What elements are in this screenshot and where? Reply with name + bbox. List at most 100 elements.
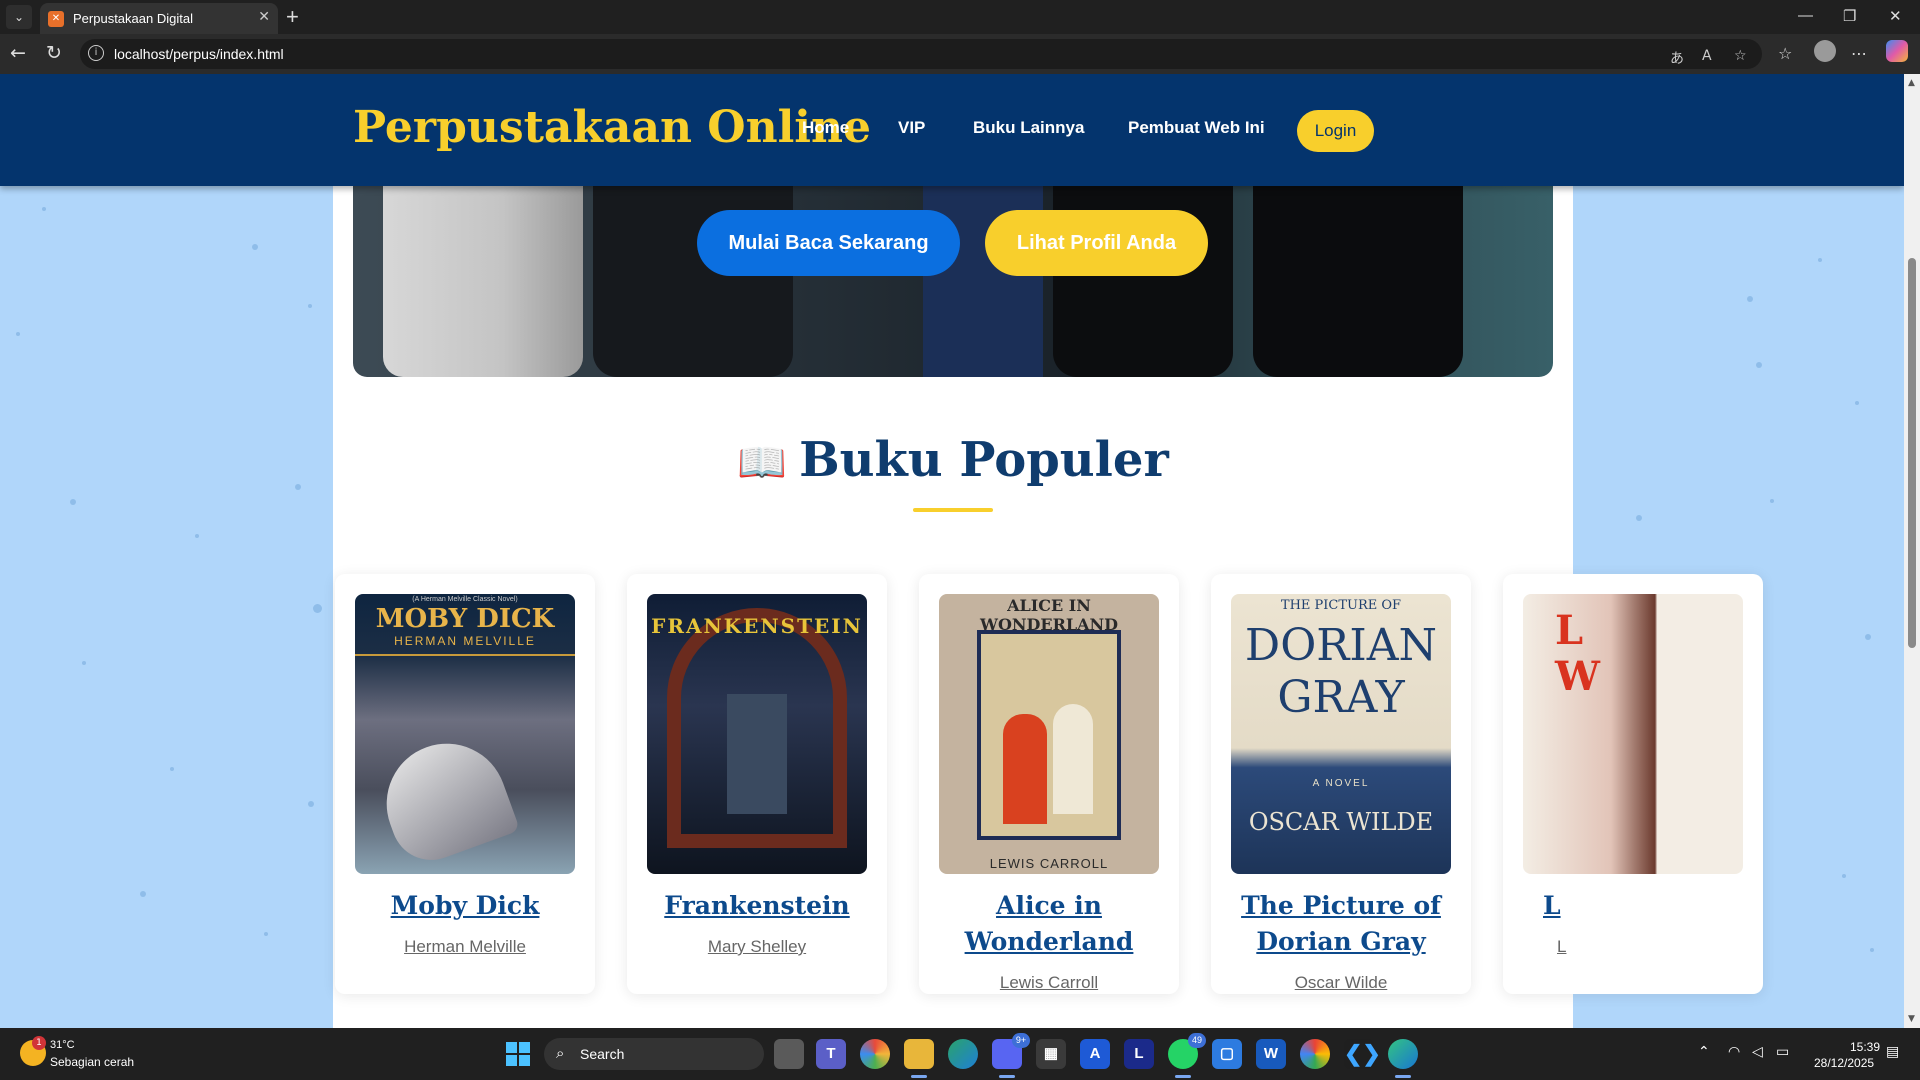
clock-date[interactable]: 28/12/2025: [1814, 1056, 1874, 1070]
scroll-thumb[interactable]: [1908, 258, 1916, 648]
whale-illustration: [369, 726, 521, 872]
active-app-indicator: [1175, 1075, 1191, 1078]
whatsapp-icon[interactable]: 49: [1168, 1033, 1206, 1069]
new-tab-icon[interactable]: +: [286, 4, 299, 30]
color-app-icon[interactable]: [860, 1039, 890, 1069]
book-title-link[interactable]: Alice in Wonderland: [929, 888, 1169, 960]
book-card[interactable]: (A Herman Melville Classic Novel) MOBY D…: [335, 574, 595, 994]
minimize-icon[interactable]: —: [1798, 7, 1813, 24]
bg-dot: [140, 891, 146, 897]
bg-dot: [295, 484, 301, 490]
page-scrollbar[interactable]: ▲ ▼: [1904, 74, 1920, 1028]
favorites-icon[interactable]: ☆: [1778, 44, 1792, 63]
bg-dot: [42, 207, 46, 211]
taskbar-search[interactable]: ⌕ Search: [544, 1038, 764, 1070]
start-reading-button[interactable]: Mulai Baca Sekarang: [697, 210, 960, 276]
book-author-link[interactable]: Oscar Wilde: [1221, 973, 1461, 993]
bg-dot: [16, 332, 20, 336]
volume-icon[interactable]: ◁: [1752, 1044, 1763, 1060]
cover-title: L W: [1555, 607, 1600, 700]
close-window-icon[interactable]: ✕: [1889, 7, 1902, 25]
weather-temperature[interactable]: 31°C: [50, 1039, 75, 1051]
discord-icon[interactable]: 9+: [992, 1033, 1030, 1069]
tower-illustration: [727, 694, 787, 814]
bg-dot: [308, 304, 312, 308]
book-title-link[interactable]: L: [1543, 888, 1583, 924]
microsoft-store-icon[interactable]: ▦: [1036, 1039, 1066, 1069]
nav-vip[interactable]: VIP: [898, 118, 925, 138]
bg-dot: [70, 499, 76, 505]
task-view-icon[interactable]: [774, 1039, 804, 1069]
chrome-icon[interactable]: [1300, 1039, 1330, 1069]
section-heading-text: Buku Populer: [799, 432, 1169, 488]
word-icon[interactable]: W: [1256, 1039, 1286, 1069]
url-text[interactable]: localhost/perpus/index.html: [114, 46, 284, 62]
draw-app-icon[interactable]: A: [1080, 1039, 1110, 1069]
copilot-icon[interactable]: [1886, 40, 1908, 62]
battery-icon[interactable]: ▭: [1776, 1044, 1789, 1060]
book-cover-image[interactable]: FRANKENSTEIN: [647, 594, 867, 874]
restore-icon[interactable]: ❐: [1843, 7, 1856, 25]
nav-web-creator[interactable]: Pembuat Web Ini: [1128, 118, 1265, 138]
bg-dot: [1818, 258, 1822, 262]
browser-tab[interactable]: ✕ Perpustakaan Digital ✕: [40, 3, 278, 34]
wifi-icon[interactable]: ◠: [1728, 1044, 1740, 1060]
book-title-link[interactable]: Frankenstein: [637, 888, 877, 924]
book-card[interactable]: ALICE IN WONDERLAND LEWIS CARROLL Alice …: [919, 574, 1179, 994]
book-card[interactable]: L W L L: [1503, 574, 1763, 994]
file-explorer-icon[interactable]: [904, 1039, 934, 1069]
tab-title: Perpustakaan Digital: [73, 11, 193, 26]
book-cover-image[interactable]: THE PICTURE OF DORIAN GRAY A NOVEL OSCAR…: [1231, 594, 1451, 874]
book-author-link[interactable]: L: [1557, 937, 1577, 957]
windows-start-icon[interactable]: [506, 1042, 530, 1066]
page-content: Mulai Baca Sekarang Lihat Profil Anda 📖 B…: [333, 74, 1763, 1028]
translate-icon[interactable]: あ: [1670, 48, 1684, 68]
bg-dot: [1842, 874, 1846, 878]
back-icon[interactable]: ←: [10, 42, 26, 64]
refresh-icon[interactable]: ↻: [46, 42, 62, 64]
teams-icon[interactable]: T: [816, 1039, 846, 1069]
more-options-icon[interactable]: ⋯: [1851, 44, 1867, 63]
site-header: Perpustakaan Online Home VIP Buku Lainny…: [0, 74, 1904, 186]
l-app-icon[interactable]: L: [1124, 1039, 1154, 1069]
whatsapp-badge: 49: [1188, 1033, 1206, 1048]
scroll-up-icon[interactable]: ▲: [1908, 78, 1915, 88]
site-logo[interactable]: Perpustakaan Online: [353, 102, 871, 153]
scroll-down-icon[interactable]: ▼: [1908, 1014, 1915, 1024]
chat-app-icon[interactable]: ▢: [1212, 1039, 1242, 1069]
url-field[interactable]: i localhost/perpus/index.html あ A ☆: [80, 39, 1762, 69]
weather-badge: 1: [32, 1036, 46, 1050]
open-book-icon: 📖: [737, 439, 788, 486]
tab-actions-icon[interactable]: ⌄: [6, 5, 32, 29]
book-author-link[interactable]: Herman Melville: [345, 937, 585, 957]
nav-home[interactable]: Home: [802, 118, 849, 138]
search-label: Search: [580, 1046, 625, 1062]
edge-dev-icon[interactable]: [948, 1039, 978, 1069]
view-profile-button[interactable]: Lihat Profil Anda: [985, 210, 1208, 276]
book-author-link[interactable]: Mary Shelley: [637, 937, 877, 957]
book-card[interactable]: THE PICTURE OF DORIAN GRAY A NOVEL OSCAR…: [1211, 574, 1471, 994]
bg-dot: [1756, 362, 1762, 368]
favorite-star-icon[interactable]: ☆: [1734, 48, 1747, 64]
nav-more-books[interactable]: Buku Lainnya: [973, 118, 1084, 138]
book-card[interactable]: FRANKENSTEIN Frankenstein Mary Shelley: [627, 574, 887, 994]
show-hidden-icons-icon[interactable]: ⌃: [1698, 1044, 1710, 1060]
book-title-link[interactable]: Moby Dick: [345, 888, 585, 924]
book-author-link[interactable]: Lewis Carroll: [929, 973, 1169, 993]
bg-dot: [252, 244, 258, 250]
edge-icon[interactable]: [1388, 1039, 1418, 1069]
clock-time[interactable]: 15:39: [1850, 1040, 1880, 1054]
cover-title: MOBY DICK: [375, 604, 555, 634]
site-info-icon[interactable]: i: [88, 45, 104, 61]
book-cover-image[interactable]: ALICE IN WONDERLAND LEWIS CARROLL: [939, 594, 1159, 874]
book-title-link[interactable]: The Picture of Dorian Gray: [1221, 888, 1461, 960]
notification-icon[interactable]: ▤: [1886, 1044, 1899, 1060]
book-cover-image[interactable]: L W: [1523, 594, 1743, 874]
profile-avatar-icon[interactable]: [1814, 40, 1836, 62]
vscode-icon[interactable]: ❮❯: [1344, 1039, 1381, 1069]
tab-close-icon[interactable]: ✕: [258, 9, 270, 25]
login-button[interactable]: Login: [1297, 110, 1374, 152]
weather-description[interactable]: Sebagian cerah: [50, 1055, 134, 1069]
book-cover-image[interactable]: (A Herman Melville Classic Novel) MOBY D…: [355, 594, 575, 874]
read-aloud-icon[interactable]: A: [1702, 48, 1712, 64]
